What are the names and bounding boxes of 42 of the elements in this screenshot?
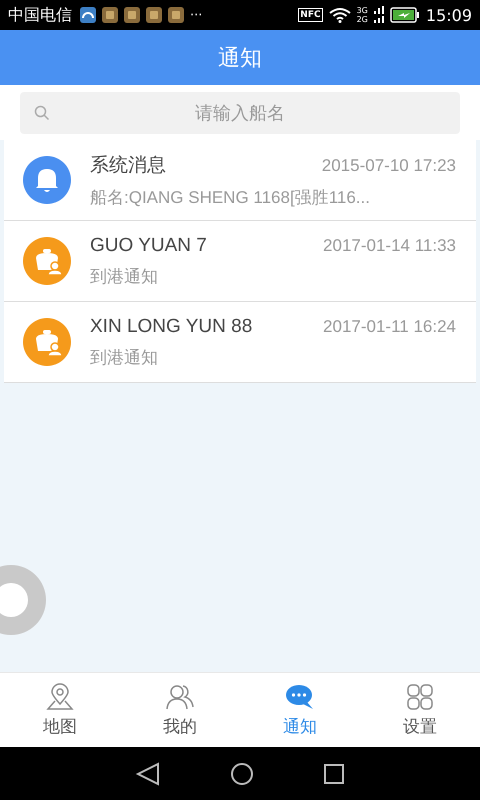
message-preview: 到港通知: [90, 346, 159, 368]
message-time: 2015-07-10 17:23: [322, 156, 456, 176]
home-icon[interactable]: [230, 762, 254, 786]
tab-item[interactable]: 设置: [360, 673, 480, 747]
message-list-item[interactable]: 系统消息 2015-07-10 17:23 船名:QIANG SHENG 1168[强胜116...: [4, 140, 476, 221]
network-type-label: 3G: [356, 6, 368, 15]
message-title: 系统消息: [90, 154, 166, 178]
more-notifications-text: ···: [190, 8, 202, 22]
message-preview: 到港通知: [90, 266, 159, 288]
wifi-icon: [328, 7, 351, 23]
pot-with-person-icon: [22, 317, 72, 367]
recent-apps-icon[interactable]: [323, 762, 346, 784]
people-icon: [165, 682, 195, 710]
nfc-indicator: NFC: [298, 8, 323, 22]
app-notification-icon: [80, 7, 96, 23]
message-list-item[interactable]: GUO YUAN 7 2017-01-14 11:33 到港通知: [4, 221, 476, 302]
carrier-name: 中国电信: [8, 4, 72, 26]
message-time: 2017-01-14 11:33: [323, 236, 456, 256]
back-icon[interactable]: [134, 762, 161, 786]
app-notification-icon: [168, 7, 184, 23]
message-preview: 船名:QIANG SHENG 1168[强胜116...: [90, 186, 371, 208]
message-title: XIN LONG YUN 88: [90, 316, 252, 338]
app-notification-icon: [102, 7, 118, 23]
grid-icon: [405, 682, 435, 710]
app-notification-icon: [146, 7, 162, 23]
message-time: 2017-01-11 16:24: [323, 316, 456, 336]
tab-item[interactable]: 地图: [0, 673, 120, 747]
page-title: 通知: [218, 44, 262, 72]
tab-item[interactable]: 通知: [240, 673, 360, 747]
pot-with-person-icon: [22, 236, 72, 286]
message-list-item[interactable]: XIN LONG YUN 88 2017-01-11 16:24 到港通知: [4, 302, 476, 383]
bell-icon: [22, 155, 72, 205]
tab-item[interactable]: 我的: [120, 673, 240, 747]
clock-time: 15:09: [426, 6, 472, 24]
message-title: GUO YUAN 7: [90, 234, 207, 256]
chat-bubble-icon: [285, 682, 315, 710]
search-field[interactable]: 请输入船名: [20, 92, 460, 134]
app-notification-icon: [124, 7, 140, 23]
network-type-label: 2G: [356, 15, 368, 24]
signal-icon: [374, 6, 384, 24]
battery-charging-icon: [390, 7, 420, 23]
map-pin-icon: [45, 682, 75, 710]
